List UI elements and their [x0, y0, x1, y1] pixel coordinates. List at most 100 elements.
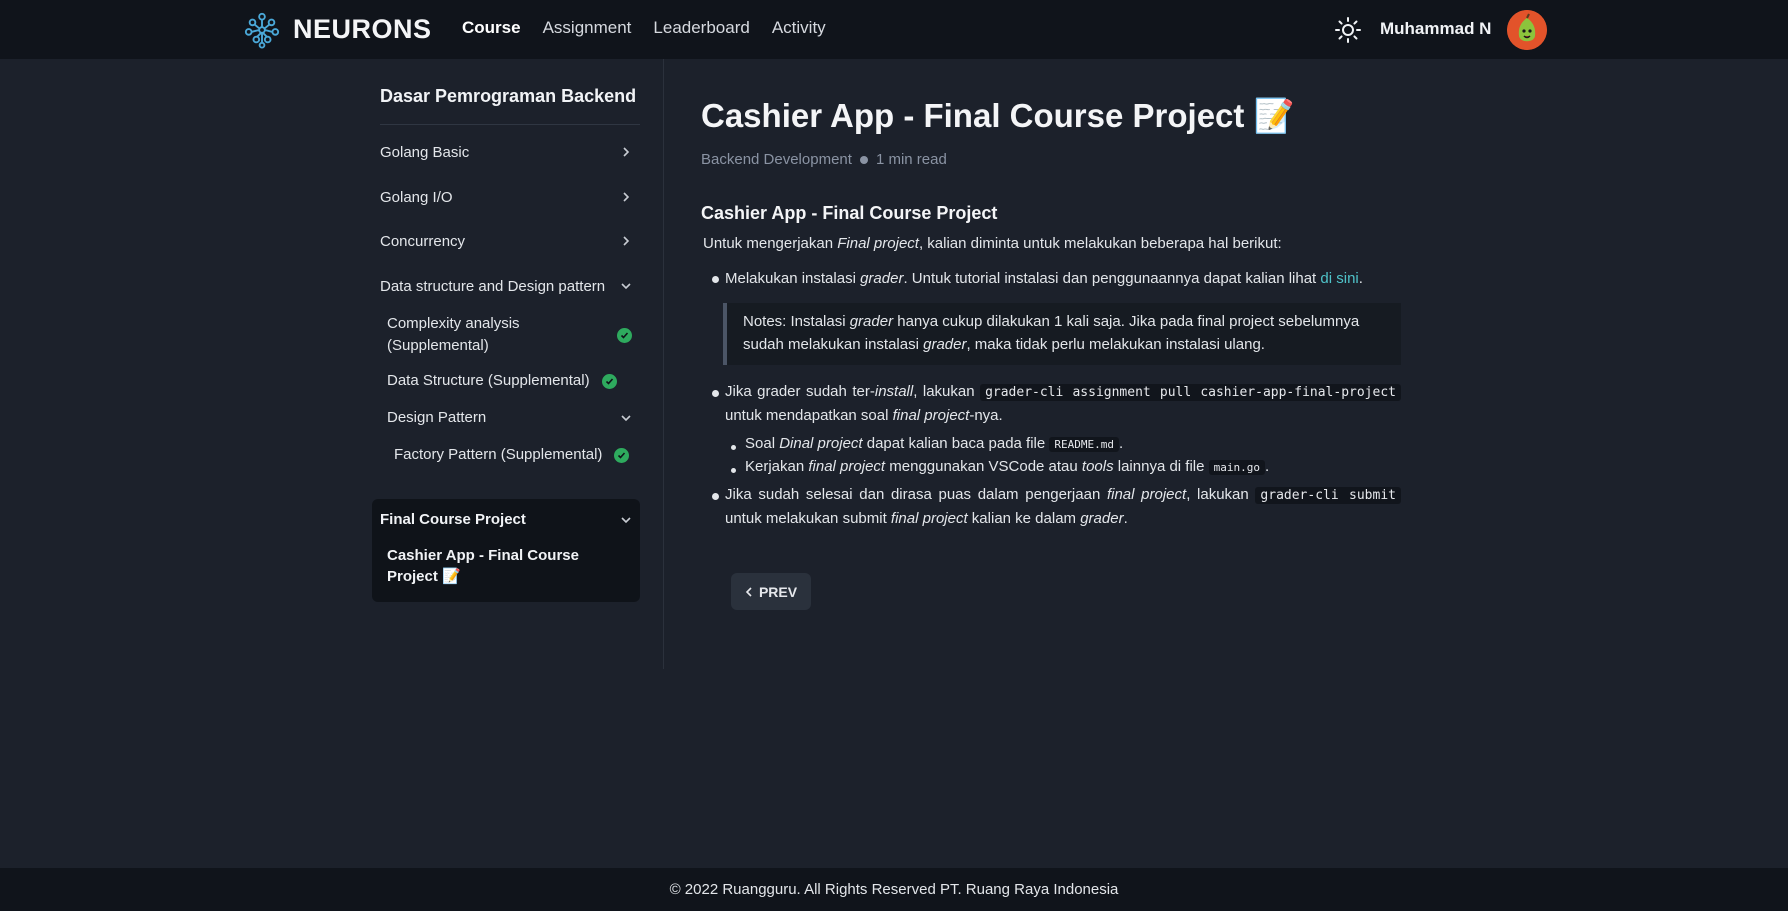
- text: Jika sudah selesai dan dirasa puas dalam…: [725, 486, 1107, 503]
- meta-separator-dot: [859, 155, 868, 164]
- sidebar-item-label: Golang Basic: [380, 143, 470, 161]
- section-title: Cashier App - Final Course Project: [701, 203, 998, 223]
- chevron-down-icon: [621, 415, 631, 422]
- text: , lakukan: [1186, 486, 1256, 503]
- sidebar-item-golang-io[interactable]: Golang I/O: [380, 182, 632, 212]
- text: , lakukan: [913, 383, 981, 400]
- final-course-project-section: Final Course Project Cashier App - Final…: [372, 499, 640, 602]
- chevron-right-icon: [623, 236, 630, 246]
- text: Notes: Instalasi: [743, 313, 850, 330]
- sidebar-subitem-data-structure[interactable]: Data Structure (Supplemental): [387, 369, 632, 393]
- note-blockquote: Notes: Instalasi grader hanya cukup dila…: [723, 303, 1401, 365]
- read-time: 1 min read: [875, 151, 947, 168]
- nav-assignment[interactable]: Assignment: [543, 18, 632, 38]
- code-snippet: main.go: [1208, 460, 1266, 475]
- sub-bullet-dot: [731, 468, 736, 473]
- text-em: Dinal project: [779, 435, 863, 452]
- text-em: tools: [1081, 458, 1114, 475]
- sidebar-item-label: Data structure and Design pattern: [380, 277, 606, 295]
- top-navbar: NEURONS Course Assignment Leaderboard Ac…: [0, 0, 1788, 59]
- sidebar-subitem-label: Design Pattern: [387, 409, 487, 426]
- sidebar-subitem-label: Complexity analysis (Supplemental): [387, 315, 520, 354]
- prev-label: PREV: [758, 583, 798, 600]
- text: untuk mendapatkan soal: [725, 407, 893, 424]
- sidebar-item-label: Concurrency: [380, 232, 466, 250]
- chevron-right-icon: [623, 147, 630, 157]
- sidebar-item-data-structure-design-pattern[interactable]: Data structure and Design pattern: [380, 271, 632, 301]
- text: .: [1119, 435, 1124, 452]
- prev-button[interactable]: PREV: [731, 573, 811, 610]
- list-item: Jika sudah selesai dan dirasa puas dalam…: [725, 483, 1401, 530]
- text-em: Final project: [837, 235, 919, 252]
- sidebar-item-label: Golang I/O: [380, 188, 453, 206]
- list-item: Jika grader sudah ter-install, lakukan g…: [725, 380, 1401, 427]
- chevron-right-icon: [623, 192, 630, 202]
- list-item: Melakukan instalasi grader. Untuk tutori…: [725, 267, 1401, 290]
- text: , maka tidak perlu melakukan instalasi u…: [966, 336, 1265, 353]
- text: untuk melakukan submit: [725, 510, 891, 527]
- sidebar-item-concurrency[interactable]: Concurrency: [380, 226, 632, 256]
- code-snippet: README.md: [1049, 437, 1119, 452]
- text: Kerjakan: [745, 458, 809, 475]
- sidebar-item-golang-basic[interactable]: Golang Basic: [380, 137, 632, 167]
- bullet-dot: [712, 390, 719, 397]
- brand-name: NEURONS: [293, 14, 432, 44]
- text: lainnya di file: [1113, 458, 1209, 475]
- sub-bullet-dot: [731, 445, 736, 450]
- sun-icon[interactable]: [1334, 16, 1362, 44]
- sidebar-subitem-design-pattern[interactable]: Design Pattern: [387, 406, 632, 430]
- sidebar-subitem-cashier-app[interactable]: Cashier App - Final Course Project 📝: [387, 545, 627, 587]
- brand[interactable]: NEURONS: [243, 9, 432, 50]
- text-em: install: [874, 383, 914, 400]
- footer: © 2022 Ruangguru. All Rights Reserved PT…: [0, 868, 1788, 911]
- lesson-category: Backend Development: [701, 151, 852, 168]
- text: .: [1265, 458, 1270, 475]
- sidebar-item-label: Final Course Project: [380, 511, 526, 528]
- tutorial-link[interactable]: di sini: [1320, 270, 1358, 287]
- text: dapat kalian baca pada file: [862, 435, 1050, 452]
- user-name[interactable]: Muhammad N: [1380, 19, 1491, 39]
- text: kalian ke dalam: [967, 510, 1081, 527]
- lesson-meta: Backend Development 1 min read: [701, 151, 947, 168]
- code-snippet: grader-cli submit: [1255, 487, 1401, 504]
- content-divider: [663, 59, 664, 669]
- text-em: grader: [860, 270, 904, 287]
- sidebar-item-final-course-project[interactable]: Final Course Project: [380, 511, 632, 528]
- text: Melakukan instalasi: [725, 270, 861, 287]
- text: Untuk mengerjakan: [703, 235, 838, 252]
- sidebar-subitem-label: Factory Pattern (Supplemental): [394, 446, 603, 463]
- text-em: grader: [1080, 510, 1124, 527]
- copyright-text: © 2022 Ruangguru. All Rights Reserved PT…: [669, 881, 1119, 898]
- avatar[interactable]: [1507, 10, 1547, 50]
- text: Soal: [745, 435, 780, 452]
- text-em: final project: [1106, 486, 1187, 503]
- text-em: grader: [849, 313, 894, 330]
- sub-list-item: Soal Dinal project dapat kalian baca pad…: [745, 435, 1123, 452]
- text-em: final project: [890, 510, 968, 527]
- sub-list-item: Kerjakan final project menggunakan VSCod…: [745, 458, 1269, 475]
- neurons-logo-icon: [244, 12, 280, 49]
- main-nav: Course Assignment Leaderboard Activity: [462, 18, 826, 38]
- completed-check-icon: [617, 327, 632, 343]
- sidebar-subitem-label: Data Structure (Supplemental): [387, 372, 590, 389]
- sidebar-subitem-complexity-analysis[interactable]: Complexity analysis (Supplemental): [387, 312, 632, 358]
- nav-course[interactable]: Course: [462, 18, 521, 38]
- chevron-down-icon: [621, 283, 631, 290]
- text: .: [1123, 510, 1128, 527]
- bullet-dot: [712, 493, 719, 500]
- nav-activity[interactable]: Activity: [772, 18, 826, 38]
- text: .: [1358, 270, 1363, 287]
- completed-check-icon: [614, 447, 630, 463]
- sidebar-divider: [380, 124, 640, 125]
- text: Jika grader sudah ter-: [725, 383, 875, 400]
- avatar-pear-icon: [1507, 10, 1547, 50]
- text-em: grader: [923, 336, 967, 353]
- text-em: final project: [808, 458, 886, 475]
- chevron-left-icon: [745, 586, 752, 597]
- code-snippet: grader-cli assignment pull cashier-app-f…: [980, 384, 1401, 401]
- chevron-down-icon: [621, 516, 631, 523]
- page-title: Cashier App - Final Course Project 📝: [701, 97, 1295, 134]
- text: menggunakan VSCode atau: [885, 458, 1082, 475]
- sidebar-subitem-factory-pattern[interactable]: Factory Pattern (Supplemental): [394, 443, 632, 467]
- nav-leaderboard[interactable]: Leaderboard: [653, 18, 749, 38]
